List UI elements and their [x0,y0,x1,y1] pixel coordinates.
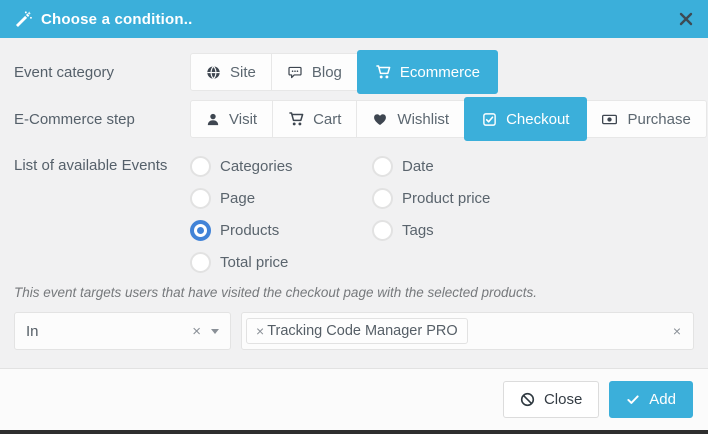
close-icon[interactable] [679,12,693,26]
ban-icon [520,392,535,407]
shopping-cart-icon [375,64,391,80]
radio-option-page[interactable]: Page [190,187,372,209]
wishlist-button-label: Wishlist [397,110,450,128]
radio-option-total-price[interactable]: Total price [190,251,372,273]
radio-icon [190,155,211,177]
user-icon [206,112,220,127]
radio-icon [372,155,393,177]
radio-label-tags: Tags [402,221,434,239]
products-tags-input[interactable]: × Tracking Code Manager PRO × [241,312,694,350]
operator-select-controls: × [192,324,219,339]
close-button[interactable]: Close [502,381,600,418]
wishlist-button[interactable]: Wishlist [357,100,466,138]
checkout-button-label: Checkout [506,110,570,128]
radio-icon [372,187,393,209]
radio-option-tags[interactable]: Tags [372,219,490,241]
checkout-button[interactable]: Checkout [464,97,588,141]
modal-footer: Close Add [0,368,708,430]
add-button[interactable]: Add [609,381,693,418]
ecommerce-step-button-group: Visit Cart Wishlist Checkout Purchase [190,97,707,141]
radio-label-categories: Categories [220,157,293,175]
radio-option-date[interactable]: Date [372,155,490,177]
blog-button[interactable]: Blog [271,53,358,91]
visit-button[interactable]: Visit [190,100,274,138]
radio-label-product-price: Product price [402,189,491,207]
shopping-cart-icon [288,111,304,127]
radio-icon [372,219,393,241]
ecommerce-button-label: Ecommerce [399,63,480,81]
radio-label-total-price: Total price [220,253,289,271]
ecommerce-button[interactable]: Ecommerce [356,50,498,94]
radio-icon [190,187,211,209]
blog-button-label: Blog [311,63,342,81]
tag-label: Tracking Code Manager PRO [267,323,458,339]
add-button-label: Add [649,391,676,408]
event-category-row: Event category Site Blog Ecommerce [14,50,694,94]
visit-button-label: Visit [229,110,258,128]
event-description-note: This event targets users that have visit… [14,285,538,300]
radio-icon [190,251,211,273]
event-category-label: Event category [14,63,115,81]
radio-option-categories[interactable]: Categories [190,155,372,177]
modal-header: Choose a condition.. [0,0,708,38]
events-list-label: List of available Events [14,157,168,174]
heart-icon [372,112,388,127]
radio-option-products[interactable]: Products [190,219,372,241]
cart-button[interactable]: Cart [273,100,358,138]
window-bottom-edge [0,430,708,434]
tags-clear-icon[interactable]: × [673,323,681,339]
site-button-label: Site [230,63,256,81]
comment-icon [287,65,303,80]
radio-label-date: Date [402,157,434,175]
purchase-button-label: Purchase [627,110,691,128]
radio-label-products: Products [220,221,280,239]
site-button[interactable]: Site [190,53,272,91]
ecommerce-step-row: E-Commerce step Visit Cart Wishlist Chec… [14,97,707,141]
chevron-down-icon[interactable] [211,328,219,334]
product-tag-chip: × Tracking Code Manager PRO [246,318,468,344]
operator-selected-value: In [26,322,39,340]
events-list-row: List of available Events Categories Date… [14,150,694,278]
operator-clear-icon[interactable]: × [192,324,201,339]
radio-checked-icon [190,219,211,241]
event-category-button-group: Site Blog Ecommerce [190,50,498,94]
check-square-icon [482,112,497,127]
radio-label-page: Page [220,189,256,207]
ecommerce-step-label: E-Commerce step [14,110,135,128]
money-icon [601,112,618,127]
close-button-label: Close [543,391,583,408]
check-icon [626,393,640,406]
operator-select[interactable]: In × [14,312,231,350]
choose-condition-modal: Choose a condition.. Event category Site… [0,0,708,434]
radio-option-product-price[interactable]: Product price [372,187,491,209]
cart-button-label: Cart [313,110,342,128]
magic-wand-icon [15,10,32,28]
tag-remove-icon[interactable]: × [256,324,264,338]
condition-row: In × × Tracking Code Manager PRO × [14,312,694,350]
modal-body: Event category Site Blog Ecommerce E-Com… [0,38,708,368]
modal-title: Choose a condition.. [41,10,193,28]
events-radio-grid: Categories Date Page Product price Produ… [190,150,490,278]
purchase-button[interactable]: Purchase [586,100,707,138]
globe-icon [206,65,221,80]
